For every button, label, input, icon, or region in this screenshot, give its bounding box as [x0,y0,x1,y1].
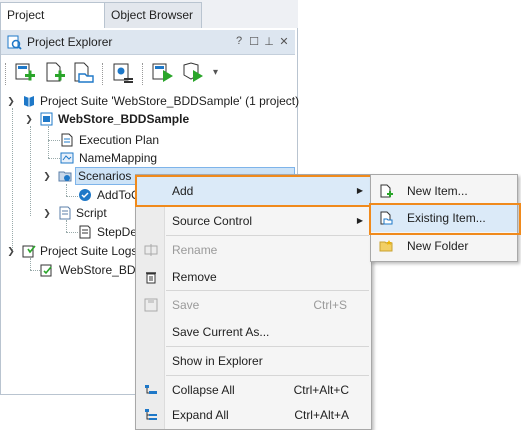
help-icon[interactable]: ? [233,35,245,47]
save-icon [144,298,158,312]
tree-line [66,196,78,197]
toolbar-separator [102,63,104,85]
tab-object-browser[interactable]: Object Browser [104,2,202,28]
collapse-all-icon [145,385,157,394]
collapse-icon[interactable]: ❯ [6,92,16,110]
tab-project-workspace[interactable]: Project Workspace [0,2,110,47]
menu-item-new-folder[interactable]: New Folder [371,232,517,260]
pin-icon[interactable]: ⊥ [263,35,275,48]
run-project-icon[interactable] [181,61,205,85]
project-properties-icon[interactable] [111,61,135,85]
tree-line [48,140,60,141]
panel-title: Project Explorer [27,35,113,49]
trash-icon [146,272,156,284]
menu-item-source-control[interactable]: Source Control ▶ [136,207,371,235]
expand-all-icon [145,409,157,420]
tree-line [48,126,49,158]
tree-line [30,258,31,270]
menu-item-new-item[interactable]: New Item... [371,177,517,205]
collapse-icon[interactable]: ❯ [42,167,52,185]
tree-line [48,158,60,159]
new-folder-icon [379,240,393,252]
tree-line [30,270,40,271]
collapse-icon[interactable]: ❯ [6,242,16,260]
highlight-existing-item [369,203,521,235]
tree-line [66,220,67,232]
menu-item-show-in-explorer[interactable]: Show in Explorer [136,347,371,375]
explorer-toolbar: ▾ [1,55,295,91]
tree-line [12,108,13,250]
execution-plan-icon [61,133,73,147]
log-item-icon [40,264,52,277]
rename-icon [144,244,158,256]
tree-line [30,126,31,216]
project-icon [40,112,53,126]
collapse-icon[interactable]: ❯ [42,204,52,222]
script-folder-icon [59,206,71,220]
new-project-suite-icon[interactable] [13,61,37,85]
panel-title-bar: Project Explorer ? ☐ ⊥ ✕ [1,30,295,55]
project-suite-icon [24,96,34,107]
logs-icon [22,245,36,258]
toolbar-grip [5,63,7,85]
menu-item-save[interactable]: Save Ctrl+S [136,291,371,319]
collapse-icon[interactable]: ❯ [24,110,34,128]
script-unit-icon [79,225,91,239]
feature-file-icon [79,189,91,201]
context-menu: Add ▶ Source Control ▶ Rename Remove Sav… [135,174,372,430]
run-dropdown-icon[interactable]: ▾ [213,67,218,78]
tree-line [66,232,78,233]
add-existing-item-icon[interactable] [71,61,95,85]
maximize-icon[interactable]: ☐ [248,35,260,48]
add-new-item-icon[interactable] [43,61,67,85]
highlight-add [135,175,373,207]
menu-item-rename[interactable]: Rename [136,236,371,264]
tree-line [66,184,67,196]
run-project-suite-icon[interactable] [151,61,175,85]
namemapping-icon [60,152,74,164]
menu-item-expand-all[interactable]: Expand All Ctrl+Alt+A [136,401,371,429]
close-icon[interactable]: ✕ [278,35,290,48]
menu-item-collapse-all[interactable]: Collapse All Ctrl+Alt+C [136,376,371,404]
menu-item-save-current-as[interactable]: Save Current As... [136,318,371,346]
scenarios-folder-icon [58,171,72,182]
project-explorer-icon [7,35,22,50]
new-item-icon [380,184,393,198]
toolbar-separator [142,63,144,85]
submenu-arrow-icon: ▶ [356,216,363,225]
menu-item-remove[interactable]: Remove [136,263,371,291]
